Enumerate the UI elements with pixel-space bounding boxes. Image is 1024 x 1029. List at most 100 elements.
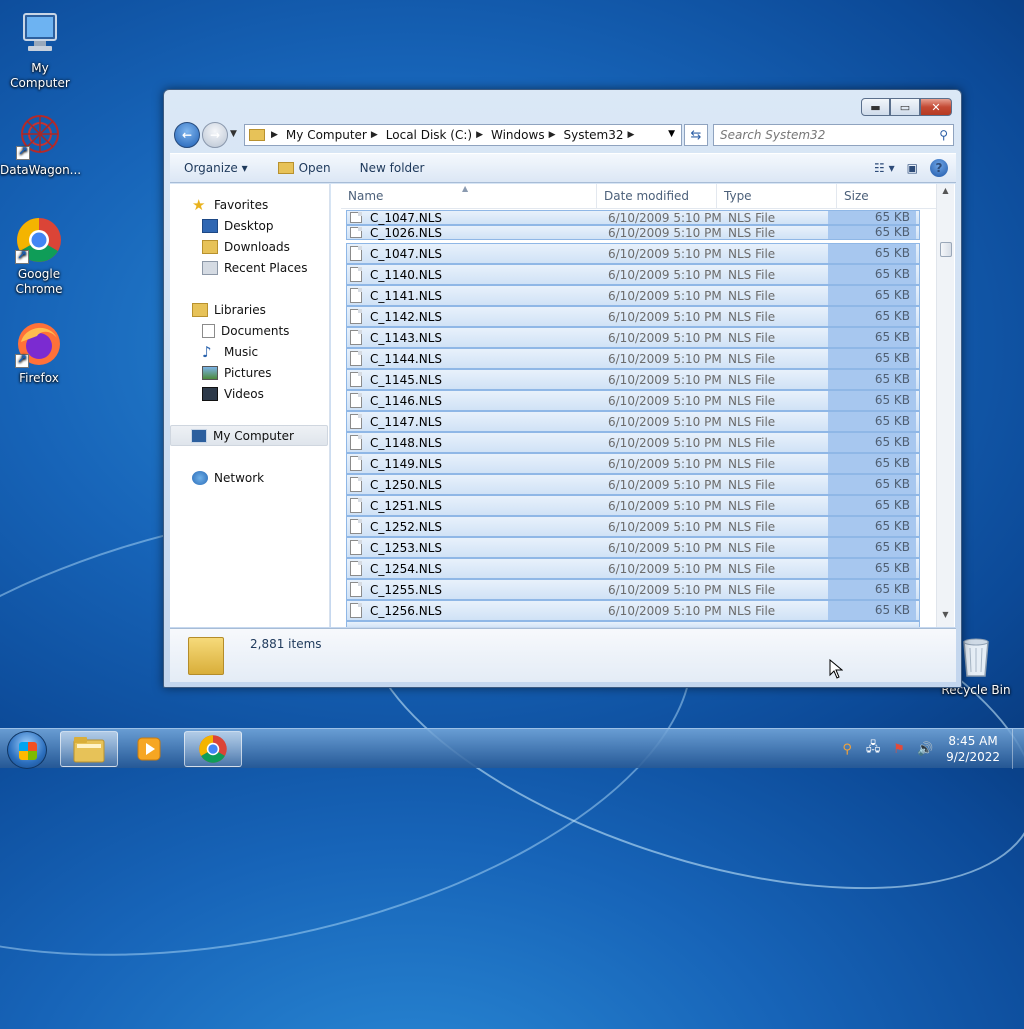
volume-icon[interactable]: 🔊 [916,740,934,758]
column-header-row: ▲ Name Date modified Type Size [341,184,937,209]
minimize-button[interactable]: ▬ [861,98,890,116]
network-tray-icon[interactable]: 🖧 [864,740,882,758]
nav-my-computer[interactable]: My Computer [170,425,328,446]
file-name-cell: C_1149.NLS [347,456,603,471]
file-row[interactable]: C_1149.NLS 6/10/2009 5:10 PM NLS File 65 KB [346,453,920,474]
start-button[interactable] [7,731,47,769]
file-row[interactable]: C_1140.NLS 6/10/2009 5:10 PM NLS File 65 KB [346,264,920,285]
arrow-right-icon: → [209,128,221,142]
refresh-button[interactable]: ⇆ [684,124,708,146]
file-row[interactable]: C_1250.NLS 6/10/2009 5:10 PM NLS File 65 KB [346,474,920,495]
help-icon[interactable]: ? [930,159,948,177]
chevron-right-icon[interactable]: ▶ [476,130,483,140]
close-button[interactable]: ✕ [920,98,952,116]
item-count: 2,881 items [250,637,322,651]
file-row[interactable]: C_1253.NLS 6/10/2009 5:10 PM NLS File 65 KB [346,537,920,558]
file-row-partial[interactable] [346,621,920,627]
nav-pictures[interactable]: Pictures [170,362,328,383]
nav-desktop[interactable]: Desktop [170,215,328,236]
file-row[interactable]: C_1255.NLS 6/10/2009 5:10 PM NLS File 65 KB [346,579,920,600]
breadcrumb-local-disk[interactable]: Local Disk (C:) [386,128,472,142]
folder-open-icon [277,162,294,174]
taskbar-media-player[interactable] [120,731,178,767]
desktop-icon-firefox[interactable]: Firefox [0,320,79,386]
desktop-icon-google-chrome[interactable]: Google Chrome [0,216,79,297]
search-icon[interactable]: ⚲ [939,125,948,145]
file-row[interactable]: C_1147.NLS 6/10/2009 5:10 PM NLS File 65 KB [346,411,920,432]
breadcrumb-my-computer[interactable]: My Computer [286,128,367,142]
file-row[interactable]: C_1144.NLS 6/10/2009 5:10 PM NLS File 65 KB [346,348,920,369]
search-input[interactable]: Search System32 ⚲ [713,124,954,146]
preview-pane-icon[interactable]: ▣ [907,161,918,175]
chevron-right-icon[interactable]: ▶ [371,130,378,140]
file-row[interactable]: C_1142.NLS 6/10/2009 5:10 PM NLS File 65 KB [346,306,920,327]
file-row[interactable]: C_1252.NLS 6/10/2009 5:10 PM NLS File 65 KB [346,516,920,537]
shortcut-arrow-icon [15,352,29,368]
file-row[interactable]: C_1254.NLS 6/10/2009 5:10 PM NLS File 65 KB [346,558,920,579]
file-size: 65 KB [828,328,916,347]
chevron-right-icon[interactable]: ▶ [271,130,278,140]
address-dropdown-icon[interactable]: ▼ [668,129,675,139]
file-row[interactable]: C_1251.NLS 6/10/2009 5:10 PM NLS File 65 KB [346,495,920,516]
nav-libraries[interactable]: Libraries [170,299,328,320]
search-tray-icon[interactable]: ⚲ [838,740,856,758]
nav-network[interactable]: Network [170,467,328,488]
taskbar-explorer[interactable] [60,731,118,767]
vertical-scrollbar[interactable]: ▲ ▼ [936,184,954,627]
nav-favorites[interactable]: ★ Favorites [170,194,328,215]
nav-videos[interactable]: Videos [170,383,328,404]
file-type: NLS File [728,288,776,303]
column-header-size[interactable]: Size [837,184,937,209]
nav-music[interactable]: ♪ Music [170,341,328,362]
file-row[interactable]: C_1047.NLS 6/10/2009 5:10 PM NLS File 65 KB [346,210,920,225]
file-name-cell: C_1148.NLS [347,435,603,450]
file-size: 65 KB [828,538,916,557]
file-name: C_1147.NLS [370,414,443,429]
desktop-icon-my-computer[interactable]: My Computer [0,10,80,91]
scroll-up-icon[interactable]: ▲ [937,186,954,201]
breadcrumb-windows[interactable]: Windows [491,128,545,142]
chevron-right-icon[interactable]: ▶ [549,130,556,140]
view-options-icon[interactable]: ☷ ▾ [874,161,895,175]
column-header-type[interactable]: Type [717,184,837,209]
file-size: 65 KB [828,286,916,305]
address-bar[interactable]: ▶ My Computer ▶ Local Disk (C:) ▶ Window… [244,124,682,146]
nav-documents[interactable]: Documents [170,320,328,341]
view-controls: ☷ ▾ ▣ ? [862,159,948,177]
file-name: C_1141.NLS [370,288,443,303]
scroll-down-icon[interactable]: ▼ [937,610,954,625]
desktop-icon-datawagon[interactable]: DataWagon... [0,112,81,178]
open-button[interactable]: Open [277,161,331,175]
file-name-cell: C_1142.NLS [347,309,603,324]
clock[interactable]: 8:45 AM 9/2/2022 [946,733,1000,765]
folder-icon [73,737,105,763]
file-row[interactable]: C_1146.NLS 6/10/2009 5:10 PM NLS File 65 KB [346,390,920,411]
column-header-date-modified[interactable]: Date modified [597,184,717,209]
maximize-button[interactable]: ▭ [890,98,920,116]
file-type: NLS File [728,603,776,618]
scrollbar-thumb[interactable] [940,242,952,257]
organize-button[interactable]: Organize ▾ [184,161,248,175]
file-row[interactable]: C_1047.NLS 6/10/2009 5:10 PM NLS File 65 KB [346,243,920,264]
file-name: C_1253.NLS [370,540,443,555]
new-folder-button[interactable]: New folder [360,161,425,175]
file-name-cell: C_1141.NLS [347,288,603,303]
file-row[interactable]: C_1256.NLS 6/10/2009 5:10 PM NLS File 65 KB [346,600,920,621]
file-row[interactable]: C_1141.NLS 6/10/2009 5:10 PM NLS File 65 KB [346,285,920,306]
forward-button[interactable]: → [202,122,228,148]
breadcrumb-system32[interactable]: System32 [564,128,624,142]
file-row[interactable]: C_1148.NLS 6/10/2009 5:10 PM NLS File 65 KB [346,432,920,453]
column-header-name[interactable]: ▲ Name [341,184,597,209]
file-row[interactable]: C_1145.NLS 6/10/2009 5:10 PM NLS File 65 KB [346,369,920,390]
show-desktop-button[interactable] [1012,729,1024,769]
nav-downloads[interactable]: Downloads [170,236,328,257]
taskbar-chrome[interactable] [184,731,242,767]
back-button[interactable]: ← [174,122,200,148]
nav-recent-places[interactable]: Recent Places [170,257,328,278]
recent-pages-dropdown[interactable]: ▼ [230,129,237,139]
file-row[interactable]: C_1143.NLS 6/10/2009 5:10 PM NLS File 65 KB [346,327,920,348]
chevron-right-icon[interactable]: ▶ [628,130,635,140]
file-row[interactable]: C_1026.NLS 6/10/2009 5:10 PM NLS File 65 KB [346,225,920,240]
action-center-flag-icon[interactable]: ⚑ [890,740,908,758]
file-name-cell: C_1026.NLS [347,226,603,240]
